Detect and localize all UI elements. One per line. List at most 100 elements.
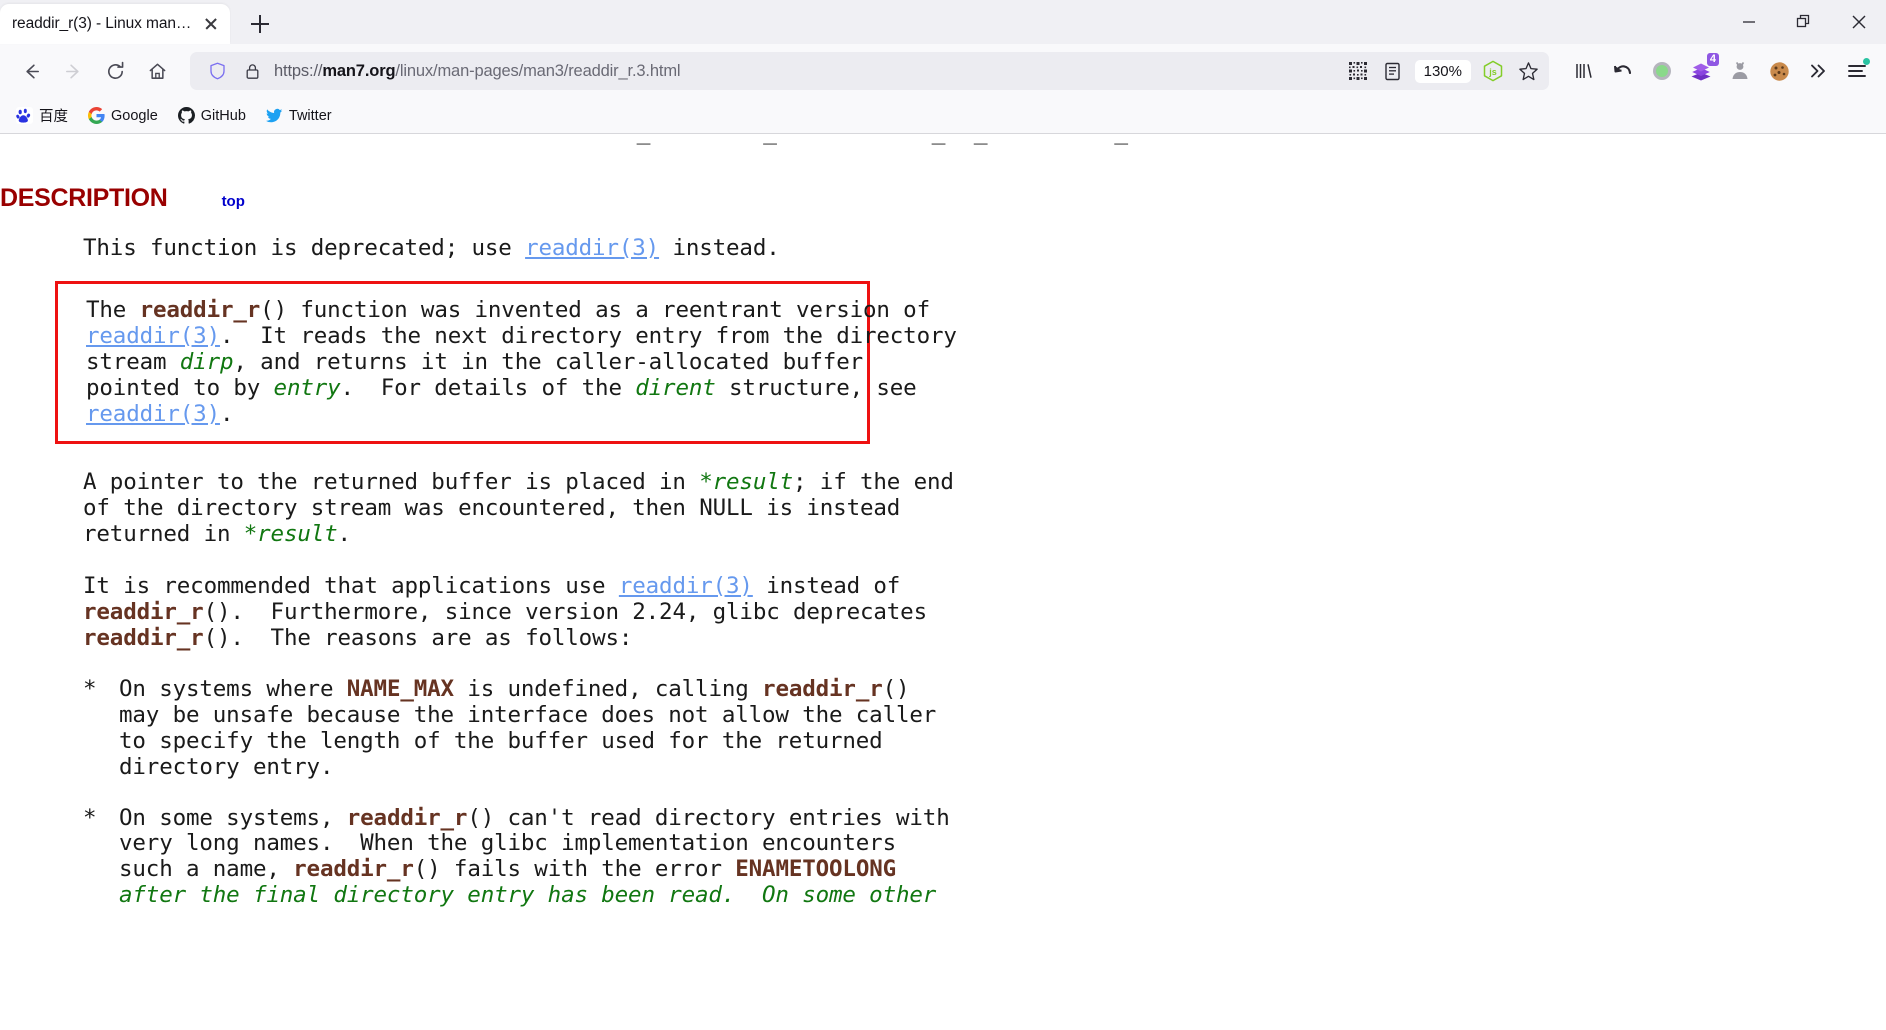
arrow-left-icon xyxy=(25,63,39,79)
readdir-link[interactable]: readdir(3) xyxy=(619,573,753,599)
text-pre: This function is deprecated; use xyxy=(83,235,526,261)
text-5: to specify the length of the buffer used… xyxy=(119,727,883,754)
reload-button[interactable] xyxy=(96,52,134,90)
text-4: may be unsafe because the interface does… xyxy=(119,701,937,728)
text-9: . xyxy=(219,400,234,427)
google-icon xyxy=(88,107,105,124)
bookmark-google[interactable]: Google xyxy=(80,103,166,128)
tab-close-icon[interactable] xyxy=(202,15,220,33)
undo-close-tab-icon[interactable] xyxy=(1606,54,1640,88)
text-3: () xyxy=(882,675,910,702)
qr-code-icon[interactable] xyxy=(1345,58,1371,84)
new-tab-button[interactable] xyxy=(240,4,280,44)
tab-readdir-r[interactable]: readdir_r(3) - Linux manual page xyxy=(0,4,230,44)
text-4: stream xyxy=(86,348,180,375)
paragraph-deprecated: This function is deprecated; use readdir… xyxy=(83,235,1886,262)
bookmark-label: Twitter xyxy=(288,107,332,124)
back-button[interactable] xyxy=(12,52,50,90)
bookmark-label: GitHub xyxy=(200,107,246,124)
downloads-icon[interactable]: 4 xyxy=(1684,53,1719,88)
forward-button[interactable] xyxy=(54,52,92,90)
top-anchor-link[interactable]: top xyxy=(222,193,245,210)
code-readdir-r: readdir_r xyxy=(83,624,204,651)
menu-update-dot xyxy=(1863,58,1870,65)
text-3: . It reads the next directory entry from… xyxy=(219,322,957,349)
arrow-right-icon xyxy=(65,63,79,79)
text-4: such a name, xyxy=(119,856,294,883)
downloads-badge: 4 xyxy=(1706,53,1719,66)
code-readdir-r: readdir_r xyxy=(293,856,414,883)
bookmark-twitter[interactable]: Twitter xyxy=(258,103,340,128)
javascript-toggle-icon[interactable]: js xyxy=(1480,58,1506,84)
browser-window: readdir_r(3) - Linux manual page xyxy=(0,0,1886,1030)
home-icon xyxy=(149,63,165,79)
library-icon[interactable] xyxy=(1567,54,1601,88)
tab-title: readdir_r(3) - Linux manual page xyxy=(12,15,194,32)
bullet-item-2: * On some systems, readdir_r() can't rea… xyxy=(83,804,1886,910)
readdir-link[interactable]: readdir(3) xyxy=(525,235,659,261)
recording-indicator-icon[interactable] xyxy=(1645,54,1679,88)
close-button[interactable] xyxy=(1831,0,1886,44)
italic-continuation: after the final directory entry has been… xyxy=(119,882,937,909)
reader-view-icon[interactable] xyxy=(1380,58,1406,84)
var-entry: entry xyxy=(273,374,341,401)
bullet-text: On systems where NAME_MAX is undefined, … xyxy=(119,675,1886,781)
restore-button[interactable] xyxy=(1776,0,1831,44)
text-3: very long names. When the glibc implemen… xyxy=(119,830,896,857)
highlighted-paragraph-box: The readdir_r() function was invented as… xyxy=(55,280,957,445)
url-text: https://man7.org/linux/man-pages/man3/re… xyxy=(274,62,1336,81)
clipped-top-line: _ _ _ _ _ xyxy=(0,134,1886,146)
var-result: *result xyxy=(699,469,794,496)
code-readdir-r: readdir_r xyxy=(346,804,468,831)
toolbar-right-group: 4 xyxy=(1563,53,1874,88)
code-name-max: NAME_MAX xyxy=(346,675,454,702)
text-1: It is recommended that applications use xyxy=(83,573,619,600)
viewport-bottom-edge xyxy=(0,1026,1886,1030)
readdir-link[interactable]: readdir(3) xyxy=(86,323,220,349)
text-4: returned in xyxy=(83,521,244,548)
url-path: /linux/man-pages/man3/readdir_r.3.html xyxy=(395,61,681,80)
text-post: instead. xyxy=(659,235,780,261)
bullet-item-1: * On systems where NAME_MAX is undefined… xyxy=(83,675,1886,781)
text-5: () fails with the error xyxy=(413,856,736,883)
text-1: The xyxy=(86,296,140,323)
account-icon[interactable] xyxy=(1723,54,1757,88)
reload-icon xyxy=(107,61,123,79)
bookmark-baidu[interactable]: 百度 xyxy=(8,101,76,130)
lock-icon[interactable] xyxy=(239,58,265,84)
text-2: ; if the end xyxy=(793,469,954,496)
var-dirp: dirp xyxy=(179,348,234,375)
text-2: () function was invented as a reentrant … xyxy=(260,296,930,323)
navigation-toolbar: https://man7.org/linux/man-pages/man3/re… xyxy=(0,44,1886,98)
plus-icon xyxy=(251,15,269,33)
baidu-icon xyxy=(16,107,33,124)
minimize-button[interactable] xyxy=(1721,0,1776,44)
text-1: On some systems, xyxy=(119,804,347,831)
home-button[interactable] xyxy=(138,52,176,90)
cookie-icon[interactable] xyxy=(1762,54,1796,88)
window-controls xyxy=(1721,0,1886,44)
zoom-level-badge[interactable]: 130% xyxy=(1414,59,1471,83)
readdir-link[interactable]: readdir(3) xyxy=(86,401,220,427)
text-2: () can't read directory entries with xyxy=(467,804,950,831)
text-2: is undefined, calling xyxy=(453,675,763,702)
code-readdir-r: readdir_r xyxy=(139,296,261,323)
code-enametoolong: ENAMETOOLONG xyxy=(735,856,897,883)
bookmark-label: 百度 xyxy=(39,109,68,125)
address-bar[interactable]: https://man7.org/linux/man-pages/man3/re… xyxy=(190,52,1549,90)
text-7: . For details of the xyxy=(340,374,636,401)
bookmark-github[interactable]: GitHub xyxy=(170,103,254,128)
bullet-marker: * xyxy=(83,675,97,702)
bookmark-star-icon[interactable] xyxy=(1515,58,1541,84)
app-menu-icon[interactable] xyxy=(1840,54,1874,88)
text-5: , and returns it in the caller-allocated… xyxy=(233,348,863,375)
paragraph-recommendation: It is recommended that applications use … xyxy=(83,573,1886,652)
tab-strip: readdir_r(3) - Linux manual page xyxy=(0,0,280,44)
url-scheme: https:// xyxy=(274,61,323,80)
text-2: instead of xyxy=(752,573,901,600)
text-3: (). Furthermore, since version 2.24, gli… xyxy=(203,599,928,626)
bullet-text: On some systems, readdir_r() can't read … xyxy=(119,804,1886,910)
tracking-shield-icon[interactable] xyxy=(204,58,230,84)
overflow-chevron-icon[interactable] xyxy=(1801,54,1835,88)
var-dirent: dirent xyxy=(635,374,716,401)
